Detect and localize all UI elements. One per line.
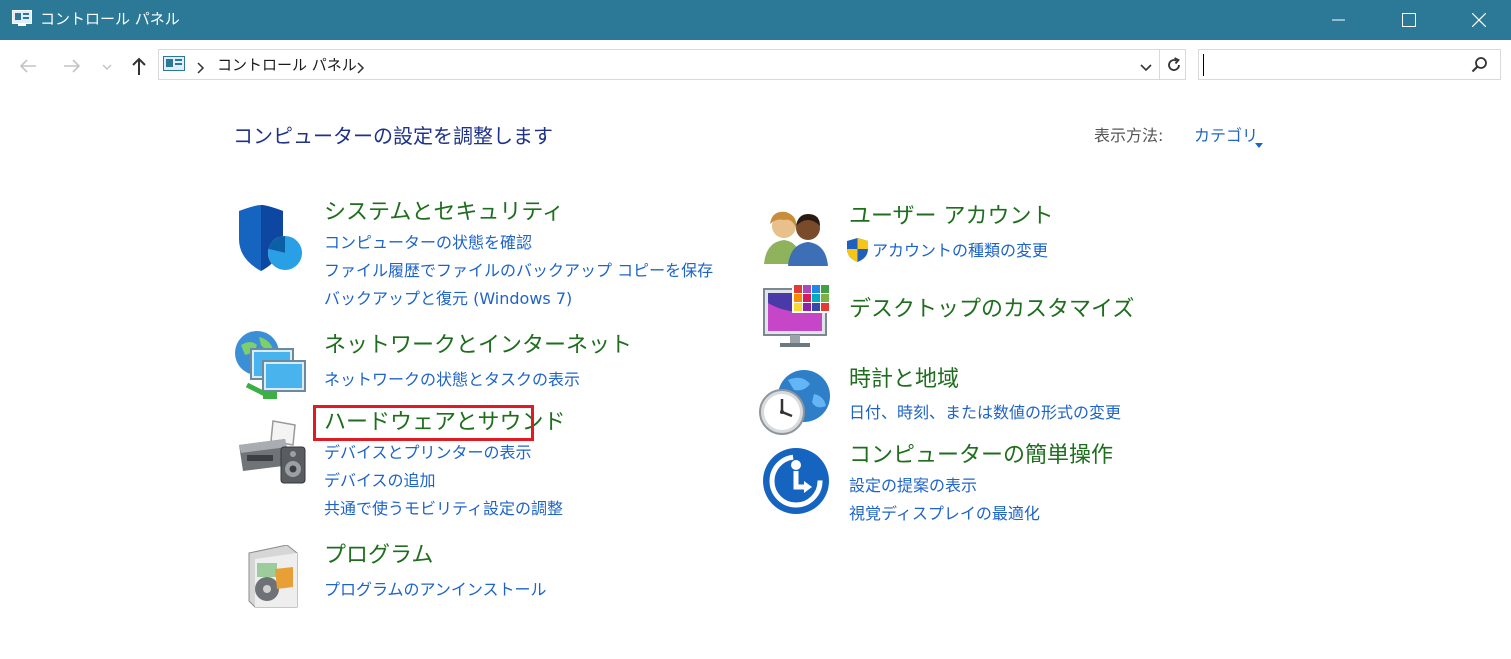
ease-of-access-icon[interactable] bbox=[762, 447, 830, 519]
chevron-right-icon[interactable] bbox=[195, 59, 205, 78]
uac-shield-icon bbox=[847, 238, 868, 266]
refresh-button[interactable] bbox=[1159, 50, 1187, 79]
network-title[interactable]: ネットワークとインターネット bbox=[324, 331, 632, 361]
caret-down-icon[interactable] bbox=[1255, 133, 1263, 152]
link-uninstall-program[interactable]: プログラムのアンインストール bbox=[324, 579, 547, 601]
link-mobility-settings[interactable]: 共通で使うモビリティ設定の調整 bbox=[324, 498, 563, 520]
printer-speaker-icon[interactable] bbox=[235, 419, 307, 489]
link-devices-printers[interactable]: デバイスとプリンターの表示 bbox=[324, 442, 532, 464]
clock-region-title[interactable]: 時計と地域 bbox=[849, 365, 959, 395]
back-arrow-icon[interactable] bbox=[16, 54, 40, 78]
address-bar[interactable]: コントロール パネル bbox=[158, 49, 1186, 80]
link-file-history[interactable]: ファイル履歴でファイルのバックアップ コピーを保存 bbox=[324, 260, 713, 282]
link-backup-restore[interactable]: バックアップと復元 (Windows 7) bbox=[324, 288, 572, 310]
programs-title[interactable]: プログラム bbox=[324, 541, 433, 571]
system-security-title[interactable]: システムとセキュリティ bbox=[324, 198, 564, 228]
network-globe-icon[interactable] bbox=[233, 329, 309, 405]
highlight-box bbox=[313, 405, 534, 441]
title-bar: コントロール パネル bbox=[0, 0, 1511, 40]
chevron-down-icon[interactable] bbox=[1139, 59, 1153, 78]
close-button[interactable] bbox=[1456, 0, 1502, 40]
up-arrow-icon[interactable] bbox=[127, 54, 151, 78]
user-accounts-icon[interactable] bbox=[762, 208, 830, 270]
link-add-device[interactable]: デバイスの追加 bbox=[324, 470, 436, 492]
link-optimize-display[interactable]: 視覚ディスプレイの最適化 bbox=[849, 503, 1040, 525]
link-check-status[interactable]: コンピューターの状態を確認 bbox=[324, 232, 532, 254]
desktop-monitor-icon[interactable] bbox=[762, 283, 834, 355]
view-by-dropdown[interactable]: カテゴリ bbox=[1194, 125, 1258, 147]
breadcrumb[interactable]: コントロール パネル bbox=[217, 55, 357, 75]
page-title: コンピューターの設定を調整します bbox=[233, 124, 553, 148]
shield-icon[interactable] bbox=[235, 205, 305, 279]
appearance-title[interactable]: デスクトップのカスタマイズ bbox=[849, 295, 1134, 325]
navigation-bar: コントロール パネル bbox=[0, 40, 1511, 92]
programs-disc-icon[interactable] bbox=[243, 544, 301, 613]
maximize-button[interactable] bbox=[1386, 0, 1432, 40]
link-change-account-type[interactable]: アカウントの種類の変更 bbox=[872, 240, 1048, 262]
search-box[interactable] bbox=[1198, 49, 1501, 80]
view-by-label: 表示方法: bbox=[1094, 126, 1164, 145]
chevron-down-icon[interactable] bbox=[100, 54, 114, 78]
search-icon[interactable] bbox=[1471, 56, 1489, 78]
chevron-right-icon[interactable] bbox=[355, 59, 365, 78]
link-network-status[interactable]: ネットワークの状態とタスクの表示 bbox=[324, 369, 580, 391]
search-input[interactable] bbox=[1203, 54, 1468, 76]
user-accounts-title[interactable]: ユーザー アカウント bbox=[849, 202, 1054, 232]
clock-globe-icon[interactable] bbox=[758, 366, 832, 442]
refresh-icon bbox=[1168, 57, 1180, 71]
forward-arrow-icon[interactable] bbox=[60, 54, 84, 78]
link-suggested-settings[interactable]: 設定の提案の表示 bbox=[849, 475, 977, 497]
minimize-button[interactable] bbox=[1316, 0, 1362, 40]
ease-of-access-title[interactable]: コンピューターの簡単操作 bbox=[849, 441, 1113, 471]
control-panel-icon bbox=[12, 10, 32, 30]
control-panel-icon bbox=[163, 56, 185, 77]
link-date-time-format[interactable]: 日付、時刻、または数値の形式の変更 bbox=[849, 402, 1121, 424]
window-title: コントロール パネル bbox=[40, 10, 180, 28]
